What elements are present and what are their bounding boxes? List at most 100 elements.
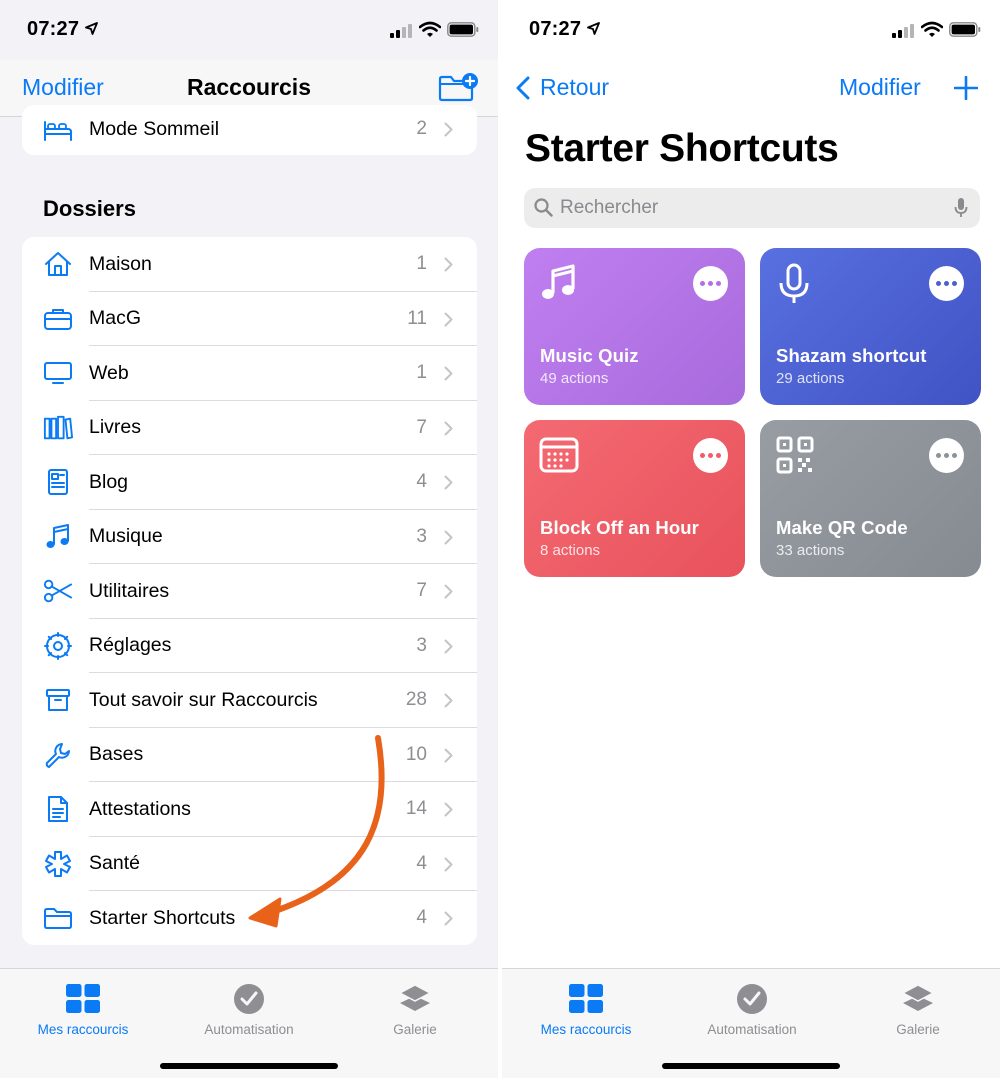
chevron-right-icon bbox=[444, 693, 453, 708]
calendar-icon bbox=[539, 437, 579, 473]
folder-row[interactable]: Maison 1 bbox=[22, 237, 477, 292]
more-button[interactable] bbox=[929, 266, 964, 301]
tab-label: Galerie bbox=[896, 1022, 940, 1037]
folder-row[interactable]: Tout savoir sur Raccourcis 28 bbox=[22, 673, 477, 728]
music-note-icon bbox=[542, 264, 575, 299]
folder-count: 7 bbox=[416, 580, 427, 602]
folder-name: Santé bbox=[89, 852, 140, 875]
house-icon bbox=[43, 250, 73, 278]
home-indicator bbox=[160, 1063, 338, 1069]
right-screen: 07:27 Retour Modifier Starter Shortcuts … bbox=[502, 0, 1000, 1078]
chevron-left-icon[interactable] bbox=[516, 76, 530, 100]
back-button[interactable]: Retour bbox=[540, 74, 609, 101]
newspaper-icon bbox=[43, 468, 73, 496]
row-label: Mode Sommeil bbox=[89, 118, 220, 140]
folder-name: Livres bbox=[89, 416, 142, 439]
edit-button[interactable]: Modifier bbox=[22, 74, 104, 101]
books-icon bbox=[43, 414, 73, 442]
folder-name: Utilitaires bbox=[89, 579, 170, 602]
folder-row[interactable]: Starter Shortcuts 4 bbox=[22, 891, 477, 945]
plus-icon[interactable] bbox=[954, 76, 978, 100]
layers-icon bbox=[335, 981, 495, 1017]
list-item-sleep-mode[interactable]: Mode Sommeil 2 bbox=[22, 105, 477, 155]
shortcut-name: Music Quiz bbox=[540, 345, 639, 366]
folder-row[interactable]: Santé 4 bbox=[22, 837, 477, 891]
layers-icon bbox=[838, 981, 998, 1017]
folder-row[interactable]: Attestations 14 bbox=[22, 782, 477, 837]
wrench-icon bbox=[43, 741, 73, 769]
wifi-icon bbox=[419, 21, 441, 37]
more-button[interactable] bbox=[693, 438, 728, 473]
shortcut-name: Make QR Code bbox=[776, 517, 908, 538]
folder-name: Web bbox=[89, 361, 129, 384]
shortcut-actions-count: 8 actions bbox=[540, 542, 601, 559]
folder-count: 14 bbox=[405, 798, 427, 820]
shortcut-actions-count: 49 actions bbox=[540, 370, 609, 387]
search-field[interactable]: Rechercher bbox=[524, 188, 980, 228]
folder-row[interactable]: Livres 7 bbox=[22, 401, 477, 455]
document-icon bbox=[43, 795, 73, 823]
folder-icon bbox=[43, 904, 73, 932]
folder-row[interactable]: Réglages 3 bbox=[22, 619, 477, 673]
folder-row[interactable]: Web 1 bbox=[22, 346, 477, 401]
chevron-right-icon bbox=[444, 530, 453, 544]
tab-automation[interactable]: Automatisation bbox=[672, 981, 832, 1037]
tab-my-shortcuts[interactable]: Mes raccourcis bbox=[506, 981, 666, 1037]
shortcut-tile-music-quiz[interactable]: Music Quiz 49 actions bbox=[524, 248, 745, 405]
folder-name: MacG bbox=[89, 307, 142, 330]
tab-gallery[interactable]: Galerie bbox=[335, 981, 495, 1037]
scissors-icon bbox=[43, 577, 73, 605]
left-screen: 07:27 Raccourcis Modifier Mode Sommeil 2… bbox=[0, 0, 498, 1078]
folder-count: 7 bbox=[416, 416, 427, 438]
tab-automation[interactable]: Automatisation bbox=[169, 981, 329, 1037]
location-arrow-icon bbox=[85, 22, 98, 35]
tab-label: Galerie bbox=[393, 1022, 437, 1037]
folder-count: 28 bbox=[405, 689, 427, 711]
row-count: 2 bbox=[416, 118, 427, 139]
tab-my-shortcuts[interactable]: Mes raccourcis bbox=[3, 981, 163, 1037]
folder-count: 10 bbox=[405, 743, 427, 765]
nav-bar: Retour Modifier bbox=[502, 60, 1000, 117]
shortcut-tile-make-qr-code[interactable]: Make QR Code 33 actions bbox=[760, 420, 981, 577]
chevron-right-icon bbox=[444, 748, 453, 762]
archive-box-icon bbox=[43, 686, 73, 714]
folder-name: Musique bbox=[89, 525, 163, 548]
chevron-right-icon bbox=[444, 366, 453, 381]
search-icon bbox=[534, 198, 553, 217]
status-time: 07:27 bbox=[27, 18, 80, 40]
microphone-icon bbox=[779, 263, 809, 303]
folder-row[interactable]: Musique 3 bbox=[22, 510, 477, 564]
more-button[interactable] bbox=[929, 438, 964, 473]
chevron-right-icon bbox=[444, 857, 453, 871]
folder-count: 4 bbox=[416, 471, 427, 493]
chevron-right-icon bbox=[444, 312, 453, 326]
section-title: Dossiers bbox=[43, 196, 136, 221]
folder-row[interactable]: Bases 10 bbox=[22, 728, 477, 782]
folder-row[interactable]: MacG 11 bbox=[22, 292, 477, 346]
page-title: Starter Shortcuts bbox=[525, 127, 839, 170]
wifi-icon bbox=[921, 21, 943, 37]
music-note-icon bbox=[43, 523, 73, 551]
folder-plus-icon[interactable] bbox=[438, 72, 478, 102]
cellular-signal-icon bbox=[390, 24, 412, 38]
tab-gallery[interactable]: Galerie bbox=[838, 981, 998, 1037]
clock-check-icon bbox=[169, 981, 329, 1017]
cellular-signal-icon bbox=[892, 24, 914, 38]
folder-count: 3 bbox=[416, 634, 427, 656]
chevron-right-icon bbox=[444, 257, 453, 272]
folder-name: Bases bbox=[89, 743, 144, 766]
shortcut-tile-block-off-an-hour[interactable]: Block Off an Hour 8 actions bbox=[524, 420, 745, 577]
microphone-icon[interactable] bbox=[954, 197, 968, 219]
folder-count: 4 bbox=[416, 852, 427, 874]
tab-bar: Mes raccourcis Automatisation Galerie bbox=[502, 968, 1000, 1078]
shortcut-name: Block Off an Hour bbox=[540, 517, 699, 538]
medical-star-icon bbox=[43, 850, 73, 878]
folder-row[interactable]: Blog 4 bbox=[22, 455, 477, 510]
tab-bar: Mes raccourcis Automatisation Galerie bbox=[0, 968, 498, 1078]
shortcut-tile-shazam[interactable]: Shazam shortcut 29 actions bbox=[760, 248, 981, 405]
folder-count: 3 bbox=[416, 525, 427, 547]
more-button[interactable] bbox=[693, 266, 728, 301]
chevron-right-icon bbox=[444, 475, 453, 490]
folder-row[interactable]: Utilitaires 7 bbox=[22, 564, 477, 619]
edit-button[interactable]: Modifier bbox=[839, 74, 921, 101]
